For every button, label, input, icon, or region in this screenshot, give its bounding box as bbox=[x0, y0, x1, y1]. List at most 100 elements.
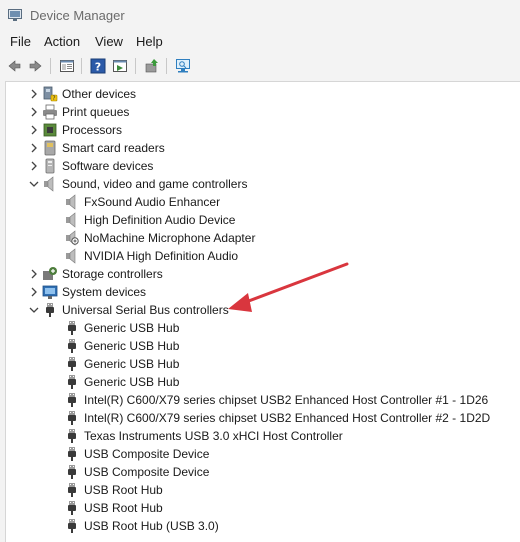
speaker-icon bbox=[42, 176, 58, 192]
speaker-icon bbox=[64, 194, 80, 210]
tree-item-usb-device[interactable]: Texas Instruments USB 3.0 xHCI Host Cont… bbox=[64, 427, 343, 445]
device-manager-app-icon bbox=[8, 9, 22, 21]
toolbar-separator bbox=[50, 58, 51, 74]
tree-item-usb-device[interactable]: USB Composite Device bbox=[64, 463, 209, 481]
tree-item-print-queues[interactable]: Print queues bbox=[26, 103, 129, 121]
window-title: Device Manager bbox=[30, 8, 125, 23]
tree-item-storage-controllers[interactable]: Storage controllers bbox=[26, 265, 163, 283]
processor-icon bbox=[42, 122, 58, 138]
tree-item-audio-device[interactable]: NoMachine Microphone Adapter bbox=[64, 229, 255, 247]
tree-item-label: NVIDIA High Definition Audio bbox=[84, 249, 239, 263]
tree-item-label: USB Root Hub (USB 3.0) bbox=[84, 519, 219, 533]
tree-item-audio-device[interactable]: High Definition Audio Device bbox=[64, 211, 235, 229]
tree-item-label: NoMachine Microphone Adapter bbox=[84, 231, 256, 245]
tree-item-label: Texas Instruments USB 3.0 xHCI Host Cont… bbox=[84, 429, 343, 443]
chevron-right-icon[interactable] bbox=[26, 86, 42, 102]
show-hide-icon bbox=[113, 60, 127, 72]
chevron-right-icon[interactable] bbox=[26, 122, 42, 138]
tree-item-processors[interactable]: Processors bbox=[26, 121, 122, 139]
tree-item-system-devices[interactable]: System devices bbox=[26, 283, 146, 301]
tree-item-software-devices[interactable]: Software devices bbox=[26, 157, 153, 175]
help-button[interactable]: ? bbox=[88, 56, 108, 76]
tree-item-label: Software devices bbox=[62, 159, 154, 173]
tree-item-other-devices[interactable]: Other devices bbox=[26, 85, 136, 103]
device-tree: Other devices Print queues Processors Sm… bbox=[5, 81, 520, 542]
tree-item-smart-card-readers[interactable]: Smart card readers bbox=[26, 139, 165, 157]
tree-item-usb-device[interactable]: Generic USB Hub bbox=[64, 355, 179, 373]
tree-item-label: Generic USB Hub bbox=[84, 375, 180, 389]
menu-file[interactable]: File bbox=[10, 34, 31, 49]
tree-item-label: Processors bbox=[62, 123, 123, 137]
toolbar-separator bbox=[166, 58, 167, 74]
show-hide-button[interactable] bbox=[110, 56, 130, 76]
speaker-icon bbox=[64, 212, 80, 228]
forward-button[interactable] bbox=[26, 56, 46, 76]
menu-bar: File Action View Help bbox=[0, 31, 520, 53]
svg-text:?: ? bbox=[95, 61, 101, 74]
menu-view[interactable]: View bbox=[95, 34, 123, 49]
toolbar-separator bbox=[81, 58, 82, 74]
tree-item-usb-device[interactable]: Generic USB Hub bbox=[64, 319, 179, 337]
tree-item-label: Other devices bbox=[62, 87, 137, 101]
tree-item-label: Storage controllers bbox=[62, 267, 163, 281]
storage-controller-icon bbox=[42, 266, 58, 282]
tree-item-label: Sound, video and game controllers bbox=[62, 177, 248, 191]
scan-hardware-button[interactable] bbox=[173, 56, 193, 76]
chevron-right-icon[interactable] bbox=[26, 284, 42, 300]
smart-card-icon bbox=[42, 140, 58, 156]
tree-item-usb-device[interactable]: USB Composite Device bbox=[64, 445, 209, 463]
tree-item-usb-device[interactable]: Generic USB Hub bbox=[64, 373, 179, 391]
chevron-down-icon[interactable] bbox=[26, 176, 42, 192]
tree-item-usb-device[interactable]: Intel(R) C600/X79 series chipset USB2 En… bbox=[64, 391, 488, 409]
update-driver-button[interactable] bbox=[142, 56, 162, 76]
other-devices-icon bbox=[42, 86, 58, 102]
tree-item-label: High Definition Audio Device bbox=[84, 213, 236, 227]
chevron-right-icon[interactable] bbox=[26, 158, 42, 174]
usb-icon bbox=[64, 464, 80, 480]
tree-item-label: Universal Serial Bus controllers bbox=[62, 303, 229, 317]
menu-action[interactable]: Action bbox=[44, 34, 80, 49]
tree-item-sound-video-game-controllers[interactable]: Sound, video and game controllers bbox=[26, 175, 247, 193]
scan-hardware-icon bbox=[176, 59, 190, 73]
tree-item-label: Smart card readers bbox=[62, 141, 165, 155]
properties-pane-button[interactable] bbox=[57, 56, 77, 76]
title-bar: Device Manager bbox=[0, 0, 520, 31]
update-driver-icon bbox=[145, 59, 158, 73]
tree-item-usb-device[interactable]: USB Root Hub bbox=[64, 481, 163, 499]
usb-icon bbox=[64, 374, 80, 390]
tree-item-usb-device[interactable]: Intel(R) C600/X79 series chipset USB2 En… bbox=[64, 409, 490, 427]
tree-item-label: USB Composite Device bbox=[84, 447, 210, 461]
tree-item-label: Generic USB Hub bbox=[84, 339, 180, 353]
tree-item-usb-controllers[interactable]: Universal Serial Bus controllers bbox=[26, 301, 229, 319]
forward-icon bbox=[29, 60, 42, 72]
back-icon bbox=[8, 60, 21, 72]
usb-icon bbox=[64, 518, 80, 534]
tree-item-label: USB Composite Device bbox=[84, 465, 210, 479]
usb-icon bbox=[64, 392, 80, 408]
system-device-icon bbox=[42, 284, 58, 300]
tree-item-usb-device[interactable]: Generic USB Hub bbox=[64, 337, 179, 355]
chevron-right-icon[interactable] bbox=[26, 140, 42, 156]
tree-item-label: USB Root Hub bbox=[84, 501, 163, 515]
chevron-down-icon[interactable] bbox=[26, 302, 42, 318]
usb-icon bbox=[64, 500, 80, 516]
tree-item-label: Print queues bbox=[62, 105, 130, 119]
tree-item-usb-device[interactable]: USB Root Hub (USB 3.0) bbox=[64, 517, 219, 535]
toolbar-separator bbox=[135, 58, 136, 74]
usb-icon bbox=[64, 410, 80, 426]
properties-pane-icon bbox=[60, 60, 74, 72]
tree-item-label: USB Root Hub bbox=[84, 483, 163, 497]
help-icon: ? bbox=[90, 58, 106, 74]
usb-icon bbox=[64, 482, 80, 498]
tree-item-label: Generic USB Hub bbox=[84, 321, 180, 335]
usb-icon bbox=[64, 428, 80, 444]
chevron-right-icon[interactable] bbox=[26, 266, 42, 282]
usb-icon bbox=[64, 356, 80, 372]
tree-item-audio-device[interactable]: NVIDIA High Definition Audio bbox=[64, 247, 238, 265]
tree-item-audio-device[interactable]: FxSound Audio Enhancer bbox=[64, 193, 220, 211]
toolbar: ? bbox=[0, 53, 520, 79]
chevron-right-icon[interactable] bbox=[26, 104, 42, 120]
tree-item-usb-device[interactable]: USB Root Hub bbox=[64, 499, 163, 517]
back-button[interactable] bbox=[4, 56, 24, 76]
menu-help[interactable]: Help bbox=[136, 34, 163, 49]
